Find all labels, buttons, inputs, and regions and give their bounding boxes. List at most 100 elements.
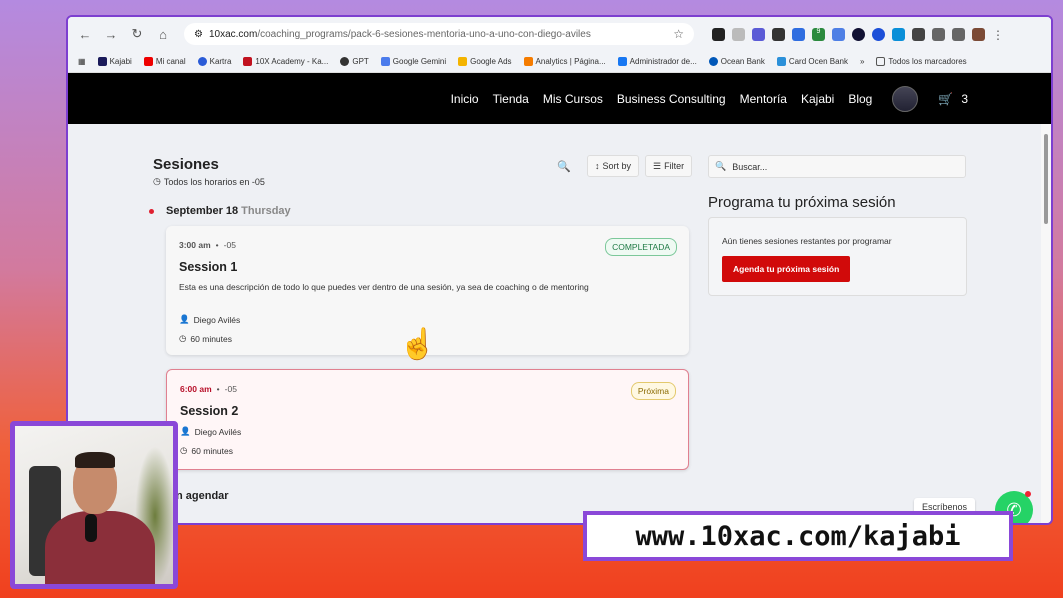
search-icon: 🔍 (715, 161, 727, 171)
bookmark-item[interactable]: GPT (340, 57, 369, 66)
badge-extension-icon[interactable]: 9 (812, 27, 825, 41)
cart-count: 3 (961, 91, 968, 106)
presenter-body (45, 511, 155, 584)
session-title: Session 2 (180, 404, 239, 418)
sort-button[interactable]: ↕ Sort by (587, 155, 640, 177)
home-icon[interactable]: ⌂ (154, 27, 172, 42)
bookmark-item[interactable]: Card Ocen Bank (776, 57, 848, 66)
schedule-card: Aún tienes sesiones restantes por progra… (708, 217, 967, 296)
bookmark-item[interactable]: Kajabi (97, 57, 132, 66)
profile-avatar[interactable] (972, 27, 985, 41)
time-zone: -05 (224, 384, 237, 394)
bookmark-item[interactable]: Google Gemini (380, 57, 446, 66)
search-icon[interactable]: 🔍 (553, 160, 575, 173)
unscheduled-heading: n agendar (176, 490, 229, 502)
bookmark-item[interactable]: 10X Academy - Ka... (243, 57, 328, 66)
filter-label: Filter (664, 161, 685, 171)
ocean-bank-icon (708, 57, 718, 66)
bookmark-item[interactable]: Administrador de... (617, 57, 697, 66)
nav-item-mentoria[interactable]: Mentoría (740, 92, 787, 106)
folder-icon (876, 57, 886, 66)
coach-name: Diego Avilés (193, 314, 241, 325)
gift-extension-icon[interactable] (912, 27, 925, 41)
url-host: 10xac.com (208, 28, 258, 40)
filter-icon: ☰ (653, 160, 662, 171)
dark-extension-icon[interactable] (852, 27, 865, 41)
pen-extension-icon[interactable] (712, 27, 725, 41)
day-label: Thursday (241, 205, 291, 217)
puzzle-extensions-icon[interactable] (932, 27, 945, 41)
nav-item-inicio[interactable]: Inicio (451, 92, 479, 106)
nav-item-blog[interactable]: Blog (848, 92, 872, 106)
date-header: September 18 Thursday (166, 205, 291, 217)
bookmark-label: Google Ads (470, 57, 512, 66)
tag-extension-icon[interactable] (792, 27, 805, 41)
discord-extension-icon[interactable] (752, 27, 765, 41)
timeline-dot (149, 209, 154, 214)
session-card-2[interactable]: 6:00 am • -05 Próxima Session 2 👤 Diego Avi… (166, 369, 689, 470)
back-icon[interactable]: ← (76, 27, 94, 42)
url-path: /coaching_programs/pack-6-sesiones-mento… (257, 28, 591, 40)
microphone-icon (85, 514, 97, 542)
youtube-icon (143, 57, 153, 66)
card-ocen-icon (776, 57, 786, 66)
user-avatar[interactable] (892, 85, 919, 112)
bookmark-item[interactable]: Analytics | Página... (523, 57, 606, 66)
time-value: 3:00 am (179, 240, 211, 250)
date-label: September 18 (166, 205, 239, 217)
tool-extension-icon[interactable] (772, 27, 785, 41)
nav-item-tienda[interactable]: Tienda (493, 92, 529, 106)
bookmark-item[interactable]: Ocean Bank (708, 57, 765, 66)
filter-button[interactable]: ☰ Filter (645, 155, 693, 177)
m-extension-icon[interactable] (892, 27, 905, 41)
bookmarks-folder[interactable]: Todos los marcadores (876, 57, 967, 66)
clock-icon: ◷ (180, 445, 188, 455)
google-ads-icon (458, 57, 468, 66)
clock-icon: ◷ (153, 176, 161, 186)
address-bar[interactable]: ⚙ 10xac.com/coaching_programs/pack-6-ses… (184, 23, 694, 45)
menu-dots-icon[interactable]: ⋮ (992, 28, 1004, 42)
session-description: Esta es una descripción de todo lo que p… (179, 282, 589, 292)
extensions-bar: 9 ⋮ (712, 27, 1004, 42)
bookmark-label: Todos los marcadores (888, 57, 967, 66)
bookmark-label: Card Ocen Bank (788, 57, 848, 66)
translate-extension-icon[interactable] (832, 27, 845, 41)
bookmark-item[interactable]: Kartra (197, 57, 232, 66)
bookmark-item[interactable]: Mi canal (143, 57, 186, 66)
session-coach: 👤 Diego Avilés (179, 314, 676, 325)
nav-item-mis-cursos[interactable]: Mis Cursos (543, 92, 603, 106)
analytics-icon (523, 57, 533, 66)
page-scrollbar[interactable] (1041, 124, 1051, 523)
forward-icon[interactable]: → (102, 27, 120, 42)
bookmark-label: Ocean Bank (720, 57, 765, 66)
bookmark-item[interactable]: Google Ads (458, 57, 512, 66)
camera-extension-icon[interactable] (732, 27, 745, 41)
nav-item-kajabi[interactable]: Kajabi (801, 92, 834, 106)
timezone-text: Todos los horarios en -05 (163, 176, 265, 187)
time-value: 6:00 am (180, 384, 212, 394)
scrollbar-thumb[interactable] (1044, 134, 1048, 224)
site-info-icon[interactable]: ⚙ (194, 29, 203, 40)
cart-button[interactable]: 🛒 3 (938, 92, 968, 106)
apps-grid-icon[interactable]: ▦ (78, 57, 86, 66)
session-time: 6:00 am • -05 (180, 384, 237, 394)
reload-icon[interactable]: ↻ (128, 26, 146, 42)
sidebar-search-input[interactable]: 🔍 Buscar... (708, 155, 966, 178)
clock-icon: ◷ (179, 333, 187, 343)
nav-item-business-consulting[interactable]: Business Consulting (617, 92, 726, 106)
session-coach: 👤 Diego Avilés (180, 426, 675, 437)
bookmark-star-icon[interactable]: ☆ (673, 27, 684, 41)
coach-name: Diego Avilés (194, 426, 242, 437)
main-content: Sesiones ◷ Todos los horarios en -05 🔍 ↕ S… (68, 124, 1041, 523)
kajabi-icon (97, 57, 107, 66)
session-duration: ◷ 60 minutes (180, 445, 675, 456)
bookmark-label: Administrador de... (629, 57, 697, 66)
sort-icon: ↕ (595, 161, 600, 171)
bookmarks-overflow-icon[interactable]: » (860, 57, 864, 66)
sessions-tools: 🔍 ↕ Sort by ☰ Filter (553, 155, 693, 177)
schedule-session-button[interactable]: Agenda tu próxima sesión (722, 256, 851, 282)
bookmark-label: Kartra (209, 57, 232, 66)
bookmark-label: GPT (352, 57, 369, 66)
download-icon[interactable] (952, 27, 965, 41)
blue-extension-icon[interactable] (872, 27, 885, 41)
